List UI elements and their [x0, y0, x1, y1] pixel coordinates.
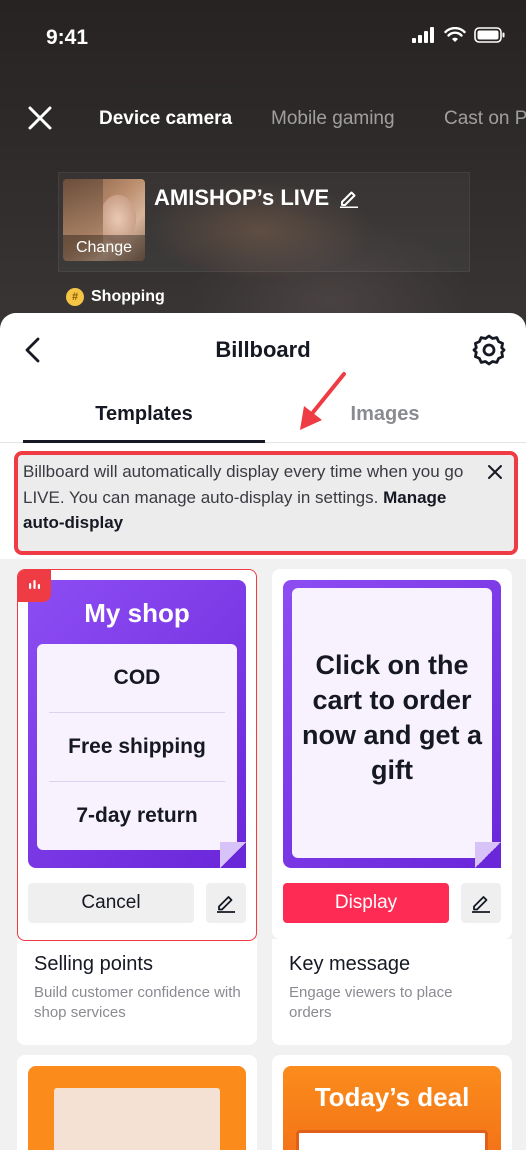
battery-icon [474, 27, 505, 43]
sheet-header: Billboard [0, 313, 526, 387]
edit-template-button[interactable] [461, 883, 501, 923]
selected-badge [18, 570, 51, 602]
status-time: 9:41 [46, 26, 89, 49]
card-title: Selling points [34, 953, 153, 975]
template-image-placeholder [54, 1088, 220, 1150]
tab-templates[interactable]: Templates [23, 403, 265, 426]
display-button[interactable]: Display [283, 883, 449, 923]
template-card-key-message[interactable]: Click on the cart to order now and get a… [272, 569, 512, 1045]
page-fold-decoration [475, 842, 501, 868]
card-meta: Selling points Build customer confidence… [17, 939, 257, 1045]
template-message: Click on the cart to order now and get a… [302, 650, 483, 785]
template-content-box [296, 1130, 488, 1150]
auto-display-notice: Billboard will automatically display eve… [14, 451, 518, 555]
annotation-arrow-icon [300, 372, 346, 430]
card-meta: Key message Engage viewers to place orde… [272, 939, 512, 1045]
edit-pencil-icon[interactable] [339, 188, 359, 208]
template-message-box: Click on the cart to order now and get a… [292, 588, 492, 858]
shopping-icon: # [66, 288, 84, 306]
selected-frame [17, 569, 257, 941]
billboard-sheet: Billboard Templates Images Billboard wil… [0, 313, 526, 1150]
category-label: Shopping [91, 288, 165, 305]
card-description: Build customer confidence with shop serv… [34, 984, 241, 1021]
live-mode-tabs: Device camera Mobile gaming Cast on P [0, 100, 526, 140]
template-preview: Click on the cart to order now and get a… [283, 580, 501, 868]
card-title: Key message [289, 953, 411, 975]
edit-pencil-icon [472, 896, 490, 913]
live-title[interactable]: AMISHOP’s LIVE [154, 185, 359, 211]
template-preview [28, 1066, 246, 1150]
status-icons [412, 27, 506, 43]
template-card-todays-deal[interactable]: Today’s deal [272, 1055, 512, 1150]
gear-icon[interactable] [472, 333, 506, 367]
change-cover-label[interactable]: Change [63, 235, 145, 261]
tab-mobile-gaming[interactable]: Mobile gaming [271, 108, 395, 130]
wifi-icon [444, 27, 466, 42]
tab-cast[interactable]: Cast on P [444, 108, 526, 130]
sheet-title: Billboard [215, 337, 311, 362]
close-icon[interactable] [26, 104, 54, 132]
template-card[interactable] [17, 1055, 257, 1150]
card-actions: Display [283, 883, 501, 923]
stats-icon [29, 580, 40, 589]
card-description: Engage viewers to place orders [289, 984, 453, 1021]
tab-device-camera[interactable]: Device camera [99, 108, 232, 130]
close-notice-icon[interactable] [486, 463, 504, 481]
category-tag[interactable]: # Shopping [66, 288, 165, 306]
template-grid: My shop COD Free shipping 7-day return C… [0, 559, 526, 1150]
status-bar: 9:41 [0, 0, 526, 76]
live-cover-image[interactable]: Change [63, 179, 145, 261]
cellular-signal-icon [412, 27, 434, 43]
template-preview: Today’s deal [283, 1066, 501, 1150]
template-title: Today’s deal [314, 1082, 470, 1112]
billboard-tabs: Templates Images [0, 387, 526, 443]
live-title-text: AMISHOP’s LIVE [154, 185, 330, 210]
notice-text-block: Billboard will automatically display eve… [23, 459, 484, 536]
tab-underline [23, 440, 265, 443]
